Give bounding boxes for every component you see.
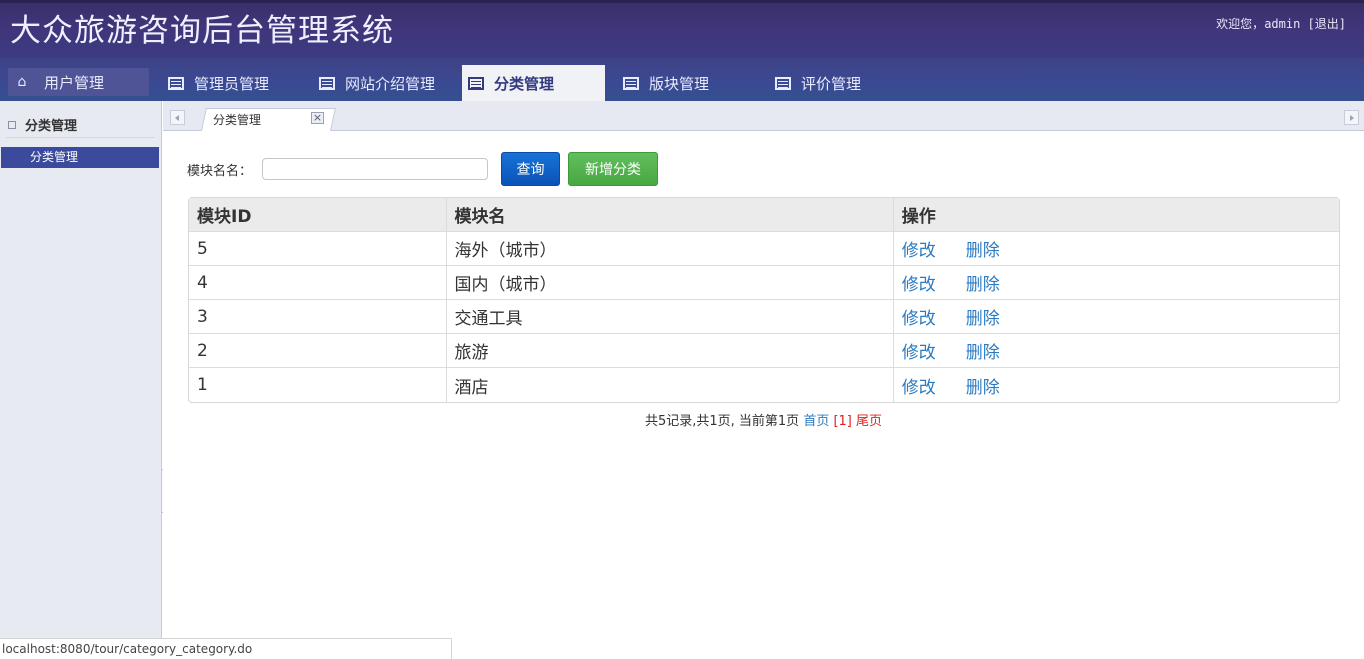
cell-name: 酒店 [447,368,894,402]
cell-id: 1 [189,368,447,402]
cell-actions: 修改 删除 [893,266,1339,300]
sidebar-divider [6,137,155,138]
edit-link[interactable]: 修改 [902,275,936,295]
list-icon [468,76,484,90]
nav-item-label: 评价管理 [801,74,862,93]
list-icon [623,76,639,90]
delete-link[interactable]: 删除 [966,241,1000,261]
cell-name: 交通工具 [446,300,894,334]
module-name-input[interactable] [262,158,488,180]
first-page-link[interactable]: 首页 [803,414,829,429]
cell-actions: 修改 删除 [894,368,1339,402]
sidebar-item-categories[interactable]: 分类管理 [1,147,159,168]
table-header-row: 模块ID 模块名 操作 [189,198,1339,232]
cell-id: 5 [189,232,447,266]
collapse-icon [8,120,16,129]
nav-item-label: 版块管理 [649,74,710,93]
welcome-area: 欢迎您，admin [退出] [1216,15,1346,32]
column-header-actions: 操作 [893,198,1339,232]
browser-status-bar: localhost:8080/tour/category_category.do [0,638,452,659]
tab-categories[interactable]: 分类管理 [213,111,261,128]
nav-item-admins[interactable]: 管理员管理 [162,65,302,101]
edit-link[interactable]: 修改 [902,343,936,363]
nav-item-reviews[interactable]: 评价管理 [769,65,909,101]
home-icon: ⌂ [17,74,27,90]
cell-name: 旅游 [446,334,894,368]
query-button[interactable]: 查询 [501,152,560,186]
cell-actions: 修改 删除 [893,232,1339,266]
delete-link[interactable]: 删除 [966,343,1000,363]
category-table: 模块ID 模块名 操作 5 海外（城市） 修改 删除 4 国内（城市） 修改 删除 … [188,197,1340,403]
tab-bar: 分类管理 × [163,101,1364,131]
nav-item-users[interactable]: ⌂ 用户管理 [8,68,149,96]
last-page-link[interactable]: 尾页 [856,414,882,429]
nav-item-label: 用户管理 [44,73,105,92]
cell-name: 海外（城市） [446,232,894,266]
cell-id: 3 [189,300,447,334]
delete-link[interactable]: 删除 [966,309,1000,329]
table-row: 4 国内（城市） 修改 删除 [189,266,1339,300]
tab-scroll-right-button[interactable] [1344,110,1359,125]
delete-link[interactable]: 删除 [966,378,1000,398]
sidebar-heading[interactable]: 分类管理 [8,115,77,134]
delete-link[interactable]: 删除 [966,275,1000,295]
search-label: 模块名名： [187,164,253,179]
nav-item-label: 管理员管理 [194,74,270,93]
table-row: 3 交通工具 修改 删除 [189,300,1339,334]
app-header: 大众旅游咨询后台管理系统 欢迎您，admin [退出] [0,0,1364,58]
sidebar: 分类管理 分类管理 [0,101,162,659]
nav-item-label: 分类管理 [494,74,555,93]
edit-link[interactable]: 修改 [902,241,936,261]
cell-id: 4 [189,266,447,300]
main-content: 模块名名： 查询 新增分类 模块ID 模块名 操作 5 海外（城市） 修改 删除 … [163,131,1364,659]
cell-actions: 修改 删除 [893,334,1339,368]
cell-id: 2 [189,334,447,368]
list-icon [775,76,791,90]
nav-item-site-intro[interactable]: 网站介绍管理 [313,65,458,101]
current-page-indicator: [1] [829,414,857,429]
pager-summary: 共5记录,共1页, 当前第1页 [644,414,804,429]
cell-actions: 修改 删除 [893,300,1339,334]
logout-link[interactable]: [退出] [1308,17,1346,31]
cell-name: 国内（城市） [446,266,894,300]
edit-link[interactable]: 修改 [902,378,936,398]
pagination: 共5记录,共1页, 当前第1页 首页 [1] 尾页 [163,410,1364,429]
list-icon [319,76,335,90]
nav-item-boards[interactable]: 版块管理 [617,65,757,101]
username: admin [1264,17,1301,31]
table-row: 1 酒店 修改 删除 [189,368,1339,402]
nav-item-categories[interactable]: 分类管理 [462,65,605,101]
welcome-text: 欢迎您， [1216,17,1265,31]
tab-close-icon[interactable]: × [311,112,324,124]
column-header-name: 模块名 [446,198,894,232]
edit-link[interactable]: 修改 [902,309,936,329]
tab-scroll-left-button[interactable] [170,110,185,125]
table-row: 5 海外（城市） 修改 删除 [189,232,1339,266]
sidebar-heading-label: 分类管理 [25,119,78,134]
nav-item-label: 网站介绍管理 [345,74,436,93]
list-icon [168,76,184,90]
column-header-id: 模块ID [189,198,447,232]
add-category-button[interactable]: 新增分类 [568,152,658,186]
top-nav: ⌂ 用户管理 管理员管理 网站介绍管理 分类管理 版块管理 评价管理 [0,58,1364,101]
app-title: 大众旅游咨询后台管理系统 [10,13,394,49]
table-row: 2 旅游 修改 删除 [189,334,1339,368]
